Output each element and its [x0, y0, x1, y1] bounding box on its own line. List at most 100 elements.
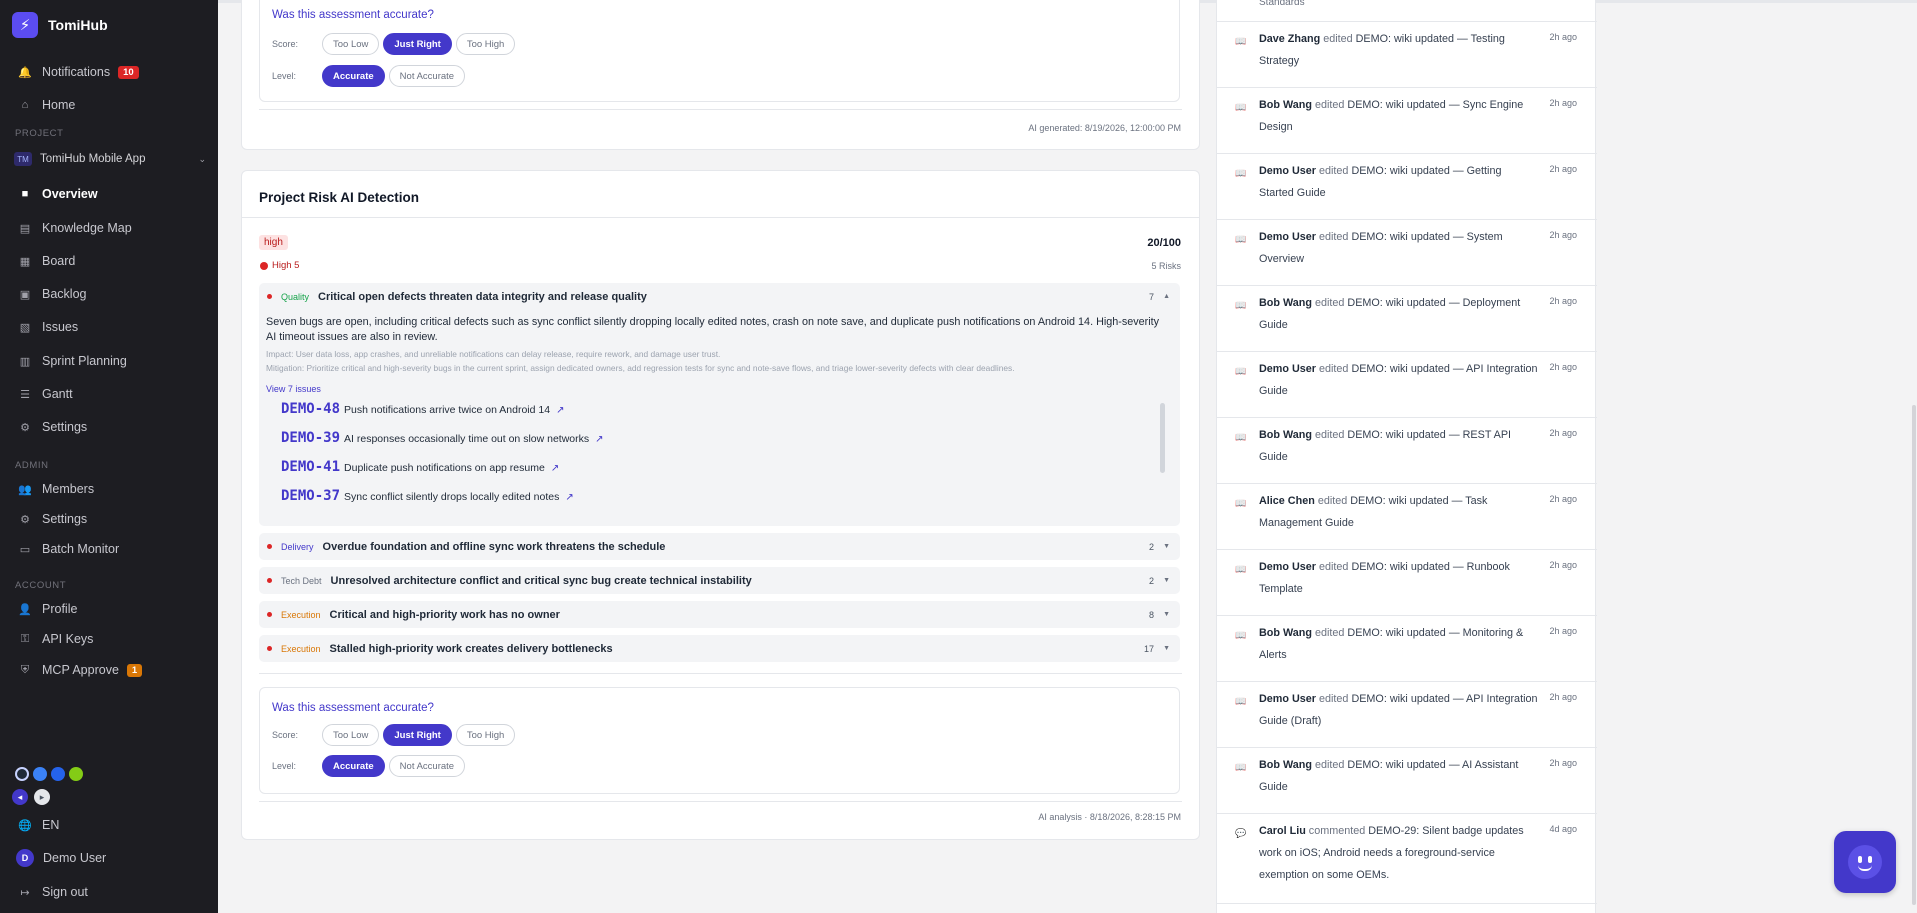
- activity-verb: edited: [1319, 363, 1349, 375]
- issue-key[interactable]: DEMO-37: [281, 488, 340, 504]
- list-item[interactable]: 📖 Dave Zhang edited DEMO: wiki updated — …: [1217, 22, 1597, 88]
- activity-user[interactable]: Alice Chen: [1259, 495, 1315, 507]
- risk-header[interactable]: Quality Critical open defects threaten d…: [259, 283, 1180, 310]
- external-link-icon[interactable]: ↗: [565, 492, 573, 503]
- sidebar-item-backlog[interactable]: ▣ Backlog: [0, 280, 218, 308]
- external-link-icon[interactable]: ↗: [551, 463, 559, 474]
- activity-user[interactable]: Demo User: [1259, 561, 1316, 573]
- score-too-low-button[interactable]: Too Low: [322, 724, 380, 746]
- project-avatar: TM: [14, 152, 32, 166]
- theme-swatch-dark[interactable]: [15, 767, 29, 781]
- language-selector[interactable]: 🌐 EN: [0, 811, 218, 839]
- view-issues-link[interactable]: View 7 issues: [266, 384, 321, 394]
- external-link-icon[interactable]: ↗: [595, 434, 603, 445]
- list-item[interactable]: 📖 Bob Wang edited DEMO: wiki updated — RE…: [1217, 418, 1597, 484]
- activity-user[interactable]: Demo User: [1259, 165, 1316, 177]
- issue-key[interactable]: DEMO-48: [281, 401, 340, 417]
- activity-user[interactable]: Demo User: [1259, 363, 1316, 375]
- list-item[interactable]: 📖 Demo User edited DEMO: wiki updated — R…: [1217, 550, 1597, 616]
- list-item[interactable]: 📖 Bob Wang edited DEMO: wiki updated — Sy…: [1217, 88, 1597, 154]
- score-just-right-button[interactable]: Just Right: [383, 33, 452, 55]
- activity-user[interactable]: Demo User: [1259, 693, 1316, 705]
- list-item[interactable]: 📖 Bob Wang edited DEMO: wiki updated — Mo…: [1217, 616, 1597, 682]
- risk-header[interactable]: Tech Debt Unresolved architecture confli…: [259, 567, 1180, 594]
- level-not-accurate-button[interactable]: Not Accurate: [388, 65, 466, 87]
- sign-out-button[interactable]: ↦ Sign out: [0, 878, 218, 906]
- score-just-right-button[interactable]: Just Right: [383, 724, 452, 746]
- sidebar-item-label: Overview: [42, 187, 98, 201]
- risk-item-delivery[interactable]: Delivery Overdue foundation and offline …: [259, 533, 1180, 560]
- risk-level-badge: high: [259, 235, 288, 250]
- issue-key[interactable]: DEMO-39: [281, 430, 340, 446]
- risk-issue-count: 17: [1143, 643, 1154, 654]
- theme-swatch-royal[interactable]: [51, 767, 65, 781]
- activity-time: 4d ago: [1549, 824, 1577, 834]
- theme-swatch-blue[interactable]: [33, 767, 47, 781]
- list-item[interactable]: 📖 Alice Chen edited DEMO: wiki updated — …: [1217, 484, 1597, 550]
- sidebar-item-api-keys[interactable]: ⚿ API Keys: [0, 625, 218, 653]
- activity-user[interactable]: Bob Wang: [1259, 99, 1312, 111]
- external-link-icon[interactable]: ↗: [556, 405, 564, 416]
- score-too-high-button[interactable]: Too High: [455, 724, 516, 746]
- sidebar-item-gantt[interactable]: ☰ Gantt: [0, 380, 218, 408]
- sidebar-item-label: Issues: [42, 320, 79, 334]
- sidebar-item-issues[interactable]: ▧ Issues: [0, 313, 218, 341]
- issue-row[interactable]: DEMO-48 Push notifications arrive twice …: [281, 401, 564, 417]
- sidebar-item-mcp-approve[interactable]: ⛨ MCP Approve 1: [0, 656, 218, 684]
- sidebar-item-overview[interactable]: ■ Overview: [0, 180, 218, 208]
- list-item[interactable]: 📖 Demo User edited DEMO: wiki updated — S…: [1217, 220, 1597, 286]
- sidebar-item-members[interactable]: 👥 Members: [0, 475, 218, 503]
- issue-row[interactable]: DEMO-37 Sync conflict silently drops loc…: [281, 488, 574, 504]
- activity-user[interactable]: Bob Wang: [1259, 627, 1312, 639]
- risk-item-execution-stalled[interactable]: Execution Stalled high-priority work cre…: [259, 635, 1180, 662]
- activity-user[interactable]: Dave Zhang: [1259, 33, 1320, 45]
- high-dot-icon: [260, 261, 268, 270]
- risk-header[interactable]: Delivery Overdue foundation and offline …: [259, 533, 1180, 560]
- list-item[interactable]: 📖 Bob Wang edited DEMO: wiki updated — AI…: [1217, 748, 1597, 814]
- issue-key[interactable]: DEMO-41: [281, 459, 340, 475]
- theme-swatch-lime[interactable]: [69, 767, 83, 781]
- activity-user[interactable]: Bob Wang: [1259, 429, 1312, 441]
- score-too-high-button[interactable]: Too High: [455, 33, 516, 55]
- list-item[interactable]: 💬 Carol Liu commented DEMO-29: Silent bad…: [1217, 814, 1597, 904]
- list-item[interactable]: 📖 Demo User edited DEMO: wiki updated — G…: [1217, 154, 1597, 220]
- sidebar-item-knowledge-map[interactable]: ▤ Knowledge Map: [0, 214, 218, 242]
- list-item[interactable]: 📖 Demo User edited DEMO: wiki updated — A…: [1217, 352, 1597, 418]
- sidebar-item-home[interactable]: ⌂ Home: [0, 91, 218, 119]
- activity-verb: edited: [1314, 297, 1345, 309]
- sidebar-item-notifications[interactable]: 🔔 Notifications 10: [0, 58, 218, 86]
- risk-item-tech-debt[interactable]: Tech Debt Unresolved architecture confli…: [259, 567, 1180, 594]
- issue-row[interactable]: DEMO-39 AI responses occasionally time o…: [281, 430, 604, 446]
- level-accurate-button[interactable]: Accurate: [322, 65, 385, 87]
- level-feedback-row: Level: Accurate Not Accurate: [272, 755, 466, 777]
- activity-user[interactable]: Demo User: [1259, 231, 1316, 243]
- page-scrollbar[interactable]: [1912, 405, 1916, 905]
- list-item[interactable]: Standards: [1217, 0, 1597, 22]
- score-too-low-button[interactable]: Too Low: [322, 33, 380, 55]
- ai-assistant-button[interactable]: [1834, 831, 1896, 893]
- activity-user[interactable]: Bob Wang: [1259, 297, 1312, 309]
- sidebar-item-board[interactable]: ▦ Board: [0, 247, 218, 275]
- sidebar-item-batch-monitor[interactable]: ▭ Batch Monitor: [0, 535, 218, 563]
- activity-user[interactable]: Bob Wang: [1259, 759, 1312, 771]
- project-selector[interactable]: TM TomiHub Mobile App ⌄: [14, 148, 206, 170]
- activity-user[interactable]: Carol Liu: [1259, 825, 1306, 837]
- expand-icon[interactable]: ▸: [34, 789, 50, 805]
- level-not-accurate-button[interactable]: Not Accurate: [388, 755, 466, 777]
- level-accurate-button[interactable]: Accurate: [322, 755, 385, 777]
- list-item[interactable]: 📖 Demo User edited DEMO: wiki updated — A…: [1217, 682, 1597, 748]
- sidebar-item-profile[interactable]: 👤 Profile: [0, 595, 218, 623]
- risk-header[interactable]: Execution Stalled high-priority work cre…: [259, 635, 1180, 662]
- sidebar-item-admin-settings[interactable]: ⚙ Settings: [0, 505, 218, 533]
- risk-header[interactable]: Execution Critical and high-priority wor…: [259, 601, 1180, 628]
- risk-item-execution-owner[interactable]: Execution Critical and high-priority wor…: [259, 601, 1180, 628]
- brand[interactable]: ⚡ TomiHub: [12, 12, 108, 38]
- sidebar-item-sprint-planning[interactable]: ▥ Sprint Planning: [0, 347, 218, 375]
- issue-list-scrollbar[interactable]: [1160, 403, 1165, 473]
- collapse-sidebar-icon[interactable]: ◂: [12, 789, 28, 805]
- issue-row[interactable]: DEMO-41 Duplicate push notifications on …: [281, 459, 559, 475]
- list-item[interactable]: 📖 Bob Wang edited DEMO: wiki updated — De…: [1217, 286, 1597, 352]
- user-menu[interactable]: D Demo User: [0, 844, 218, 872]
- chevron-down-icon: ▼: [1163, 577, 1170, 584]
- sidebar-item-settings[interactable]: ⚙ Settings: [0, 413, 218, 441]
